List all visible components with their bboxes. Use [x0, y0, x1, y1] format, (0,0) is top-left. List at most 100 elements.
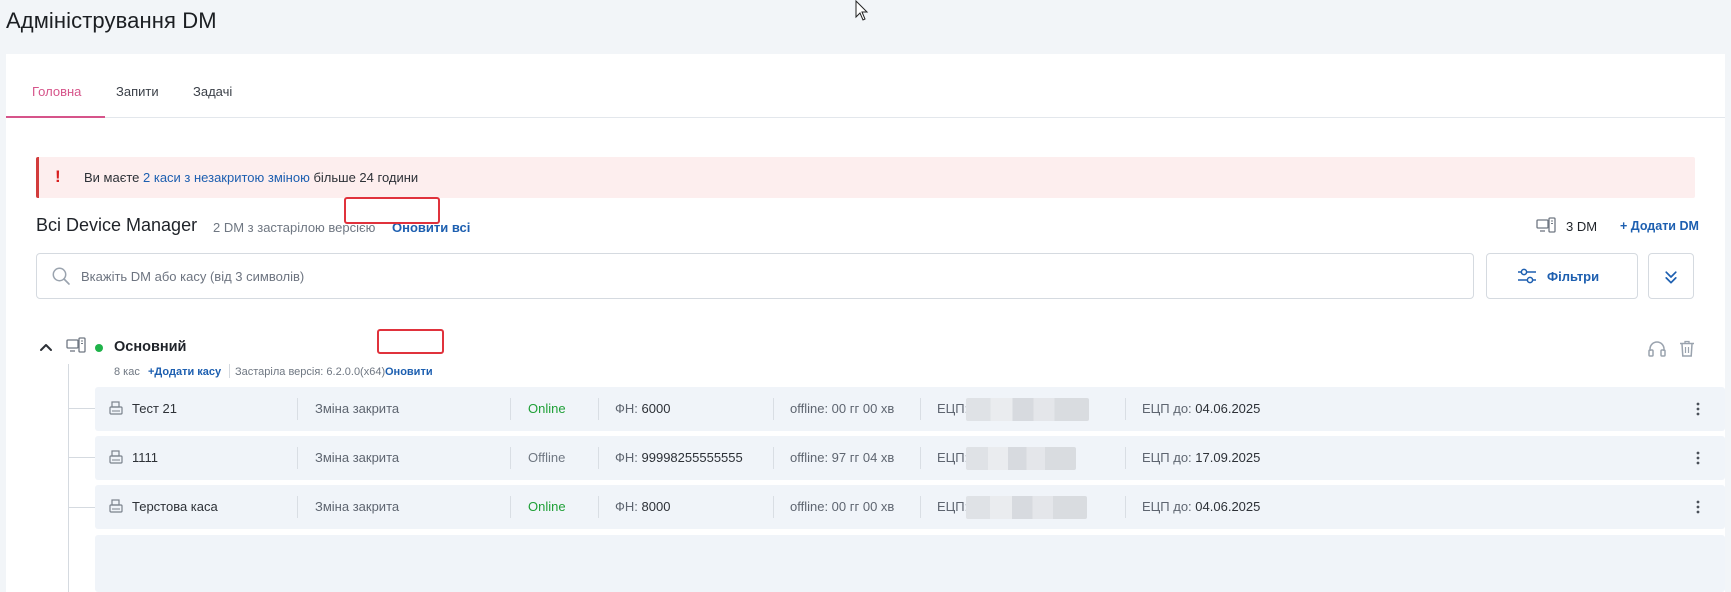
offline-time: offline: 00 гг 00 хв	[790, 401, 895, 416]
ecp-until-label: ЕЦП до:	[1142, 450, 1192, 465]
tree-branch	[68, 457, 95, 458]
fn-value: 99998255555555	[641, 450, 743, 465]
column-divider	[510, 496, 511, 518]
connection-status: Online	[528, 401, 566, 416]
alert-banner: ! Ви маєте 2 каси з незакритою зміною бі…	[36, 157, 1695, 198]
tab-main[interactable]: Головна	[32, 84, 81, 99]
tab-requests[interactable]: Запити	[116, 84, 159, 99]
column-divider	[920, 447, 921, 469]
sliders-icon	[1518, 268, 1536, 284]
filters-label: Фільтри	[1547, 269, 1600, 284]
expand-all-button[interactable]	[1648, 253, 1694, 299]
fn-label: ФН:	[615, 450, 638, 465]
column-divider	[297, 447, 298, 469]
ecp-until-value: 04.06.2025	[1195, 499, 1261, 514]
cash-name: 1111	[132, 450, 159, 465]
column-divider	[920, 398, 921, 420]
section-title: Всі Device Manager	[36, 215, 198, 235]
chevron-up-icon[interactable]	[39, 342, 53, 352]
tree-branch	[68, 507, 95, 508]
shift-status: Зміна закрита	[315, 450, 400, 465]
dm-count: 3 DM	[1566, 219, 1598, 234]
column-divider	[598, 398, 599, 420]
exclamation-icon: !	[55, 167, 61, 186]
fn-value: 8000	[641, 499, 671, 514]
cash-name: Терстова каса	[132, 499, 218, 514]
group-name: Основний	[114, 339, 187, 355]
alert-prefix: Ви маєте	[84, 170, 143, 185]
ecp-redacted	[966, 447, 1076, 470]
headset-icon[interactable]	[1648, 341, 1666, 357]
column-divider	[297, 496, 298, 518]
shift-status: Зміна закрита	[315, 499, 400, 514]
ecp-label: ЕЦП:	[937, 499, 968, 514]
fn-label: ФН:	[615, 401, 638, 416]
cash-count: 8 кас	[114, 366, 140, 378]
search-input[interactable]	[81, 254, 1461, 298]
column-divider	[773, 447, 774, 469]
search-box	[36, 253, 1474, 299]
cash-register-icon	[109, 450, 123, 464]
online-status-dot	[95, 344, 103, 352]
device-manager-icon	[66, 337, 86, 353]
main-panel: Головна Запити Задачі ! Ви маєте 2 каси …	[6, 54, 1725, 592]
offline-time: offline: 00 гг 00 хв	[790, 499, 895, 514]
column-divider	[920, 496, 921, 518]
more-options-icon[interactable]	[1689, 449, 1707, 467]
outdated-version: Застаріла версія: 6.2.0.0(x64)	[235, 366, 386, 378]
device-manager-icon	[1536, 217, 1556, 233]
add-dm-button[interactable]: + Додати DM	[1620, 219, 1699, 233]
column-divider	[510, 447, 511, 469]
column-divider	[773, 398, 774, 420]
more-options-icon[interactable]	[1689, 400, 1707, 418]
cash-register-icon	[109, 499, 123, 513]
ecp-until-value: 17.09.2025	[1195, 450, 1261, 465]
connection-status: Offline	[528, 450, 566, 465]
tab-bar: Головна Запити Задачі	[6, 54, 1725, 118]
cash-register-row[interactable]: Тест 21 Зміна закрита Online ФН: 6000 of…	[95, 387, 1725, 431]
search-icon	[52, 267, 70, 285]
trash-icon[interactable]	[1679, 340, 1695, 357]
cash-name: Тест 21	[132, 401, 177, 416]
column-divider	[773, 496, 774, 518]
tab-tasks[interactable]: Задачі	[193, 84, 232, 99]
column-divider	[1125, 398, 1126, 420]
double-chevron-down-icon	[1665, 271, 1677, 284]
unclosed-shifts-link[interactable]: 2 каси з незакритою зміною	[143, 170, 310, 185]
column-divider	[1125, 496, 1126, 518]
ecp-until-label: ЕЦП до:	[1142, 401, 1192, 416]
update-button[interactable]: Оновити	[385, 366, 433, 378]
fn-cell: ФН: 6000	[615, 401, 670, 416]
highlight-box	[344, 197, 440, 224]
column-divider	[598, 496, 599, 518]
column-divider	[1125, 447, 1126, 469]
ecp-until-value: 04.06.2025	[1195, 401, 1261, 416]
ecp-label-text: ЕЦП:	[937, 401, 969, 416]
column-divider	[510, 398, 511, 420]
cash-register-row[interactable]: Терстова каса Зміна закрита Online ФН: 8…	[95, 485, 1725, 529]
active-tab-indicator	[6, 116, 105, 118]
ecp-until-label: ЕЦП до:	[1142, 499, 1192, 514]
alert-message: Ви маєте 2 каси з незакритою зміною біль…	[84, 170, 418, 185]
page-title: Адміністрування DM	[6, 8, 217, 33]
ecp-label: ЕЦП:	[937, 401, 968, 416]
ecp-label-text: ЕЦП:	[937, 450, 969, 465]
ecp-until-cell: ЕЦП до: 04.06.2025	[1142, 401, 1260, 416]
ecp-until-cell: ЕЦП до: 04.06.2025	[1142, 499, 1260, 514]
filters-button[interactable]: Фільтри	[1486, 253, 1638, 299]
ecp-label: ЕЦП:	[937, 450, 968, 465]
ecp-label-text: ЕЦП:	[937, 499, 969, 514]
tree-branch	[68, 408, 95, 409]
fn-label: ФН:	[615, 499, 638, 514]
column-divider	[598, 447, 599, 469]
fn-cell: ФН: 8000	[615, 499, 670, 514]
cash-register-row[interactable]	[95, 535, 1725, 592]
more-options-icon[interactable]	[1689, 498, 1707, 516]
cash-register-row[interactable]: 1111 Зміна закрита Offline ФН: 999982555…	[95, 436, 1725, 480]
meta-separator	[229, 364, 230, 378]
cash-register-icon	[109, 401, 123, 415]
ecp-until-cell: ЕЦП до: 17.09.2025	[1142, 450, 1260, 465]
ecp-redacted	[966, 496, 1087, 519]
connection-status: Online	[528, 499, 566, 514]
add-cash-button[interactable]: +Додати касу	[148, 366, 221, 378]
